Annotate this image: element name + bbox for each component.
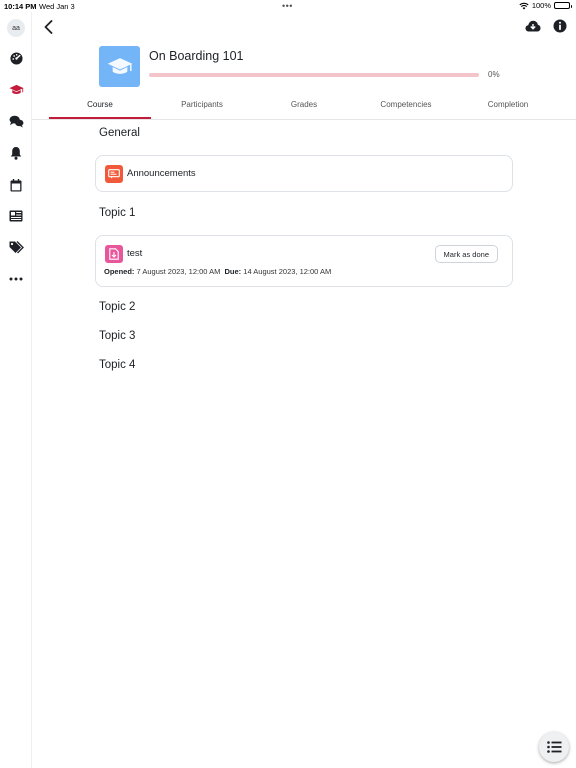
info-icon bbox=[553, 19, 567, 33]
graduation-cap-icon bbox=[8, 84, 24, 94]
section-title-topic-4[interactable]: Topic 4 bbox=[99, 359, 135, 371]
forum-icon bbox=[105, 165, 123, 183]
back-button[interactable] bbox=[38, 16, 58, 38]
sidebar-item-messages[interactable] bbox=[0, 108, 32, 134]
multitasking-dots-icon[interactable]: ••• bbox=[282, 1, 293, 11]
status-bar: 10:14 PM Wed Jan 3 ••• 100% bbox=[0, 0, 576, 12]
news-icon bbox=[9, 210, 23, 222]
sidebar-item-courses[interactable] bbox=[0, 77, 32, 103]
course-image bbox=[99, 46, 140, 87]
tabs-divider bbox=[32, 119, 576, 120]
sidebar-item-news[interactable] bbox=[0, 203, 32, 229]
status-date: Wed Jan 3 bbox=[39, 2, 75, 11]
cloud-download-icon bbox=[525, 20, 541, 32]
module-card-test[interactable]: test Mark as done Opened: 7 August 2023,… bbox=[95, 235, 513, 287]
section-title-topic-2[interactable]: Topic 2 bbox=[99, 301, 135, 313]
tab-course[interactable]: Course bbox=[49, 95, 151, 119]
calendar-icon bbox=[10, 178, 22, 191]
module-name-announcements[interactable]: Announcements bbox=[127, 168, 196, 179]
sidebar-item-tags[interactable] bbox=[0, 234, 32, 260]
section-title-topic-3[interactable]: Topic 3 bbox=[99, 330, 135, 342]
module-name-test[interactable]: test bbox=[127, 248, 142, 259]
section-title-topic-1[interactable]: Topic 1 bbox=[99, 207, 135, 219]
avatar[interactable]: aa bbox=[7, 19, 25, 37]
sidebar-item-dashboard[interactable] bbox=[0, 45, 32, 71]
dashboard-icon bbox=[9, 51, 23, 65]
sidebar-item-calendar[interactable] bbox=[0, 172, 32, 198]
sidebar: aa bbox=[0, 12, 32, 768]
more-icon bbox=[9, 277, 23, 281]
wifi-icon bbox=[519, 2, 529, 9]
section-title-general[interactable]: General bbox=[99, 127, 140, 139]
tab-competencies[interactable]: Competencies bbox=[355, 95, 457, 119]
course-progress-label: 0% bbox=[488, 70, 500, 79]
battery-percent: 100% bbox=[531, 1, 551, 10]
tags-icon bbox=[9, 240, 24, 253]
module-dates: Opened: 7 August 2023, 12:00 AM Due: 14 … bbox=[104, 267, 331, 276]
course-progress-bar bbox=[149, 73, 479, 77]
sidebar-item-notifications[interactable] bbox=[0, 140, 32, 166]
tab-grades[interactable]: Grades bbox=[253, 95, 355, 119]
tab-completion[interactable]: Completion bbox=[457, 95, 559, 119]
status-time: 10:14 PM bbox=[4, 2, 37, 11]
battery-icon bbox=[554, 2, 572, 9]
tab-participants[interactable]: Participants bbox=[151, 95, 253, 119]
course-info-button[interactable] bbox=[551, 17, 569, 35]
due-label: Due: bbox=[224, 267, 242, 276]
assignment-icon bbox=[105, 245, 123, 263]
sidebar-item-more[interactable] bbox=[0, 266, 32, 292]
due-date: 14 August 2023, 12:00 AM bbox=[243, 267, 332, 276]
sidebar-user-menu[interactable]: aa bbox=[0, 15, 32, 41]
opened-date: 7 August 2023, 12:00 AM bbox=[136, 267, 221, 276]
opened-label: Opened: bbox=[104, 267, 135, 276]
course-tabs: Course Participants Grades Competencies … bbox=[49, 95, 559, 119]
graduation-cap-icon bbox=[107, 57, 132, 74]
chevron-left-icon bbox=[44, 20, 52, 34]
list-icon bbox=[546, 741, 561, 753]
module-card-announcements[interactable]: Announcements bbox=[95, 155, 513, 192]
course-index-button[interactable] bbox=[539, 732, 569, 762]
download-button[interactable] bbox=[524, 17, 542, 35]
course-title: On Boarding 101 bbox=[149, 49, 244, 63]
bell-icon bbox=[10, 147, 22, 160]
mark-as-done-button[interactable]: Mark as done bbox=[434, 245, 498, 263]
messages-icon bbox=[9, 115, 23, 128]
